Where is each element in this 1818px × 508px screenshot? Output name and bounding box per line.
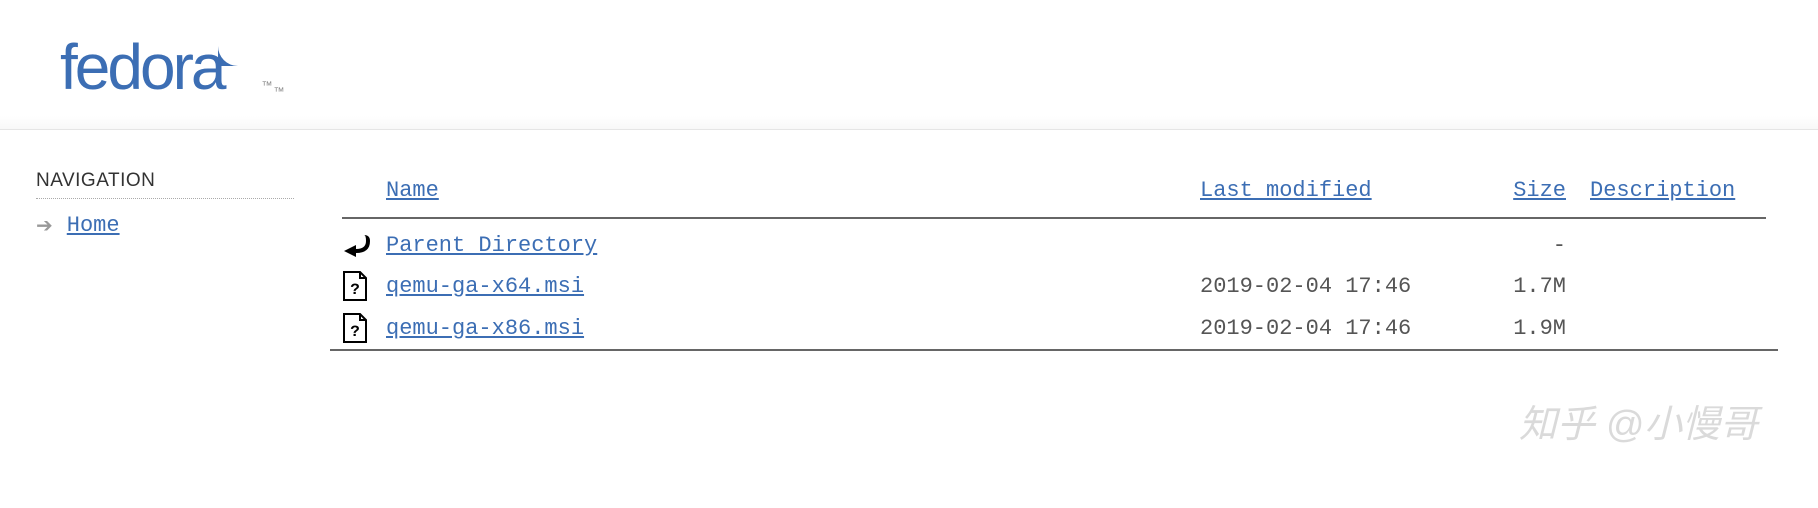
sort-modified-link[interactable]: Last modified <box>1200 178 1372 203</box>
file-modified: 2019-02-04 17:46 <box>1188 265 1468 307</box>
sidebar: NAVIGATION ➔ Home <box>0 170 330 351</box>
navigation-heading: NAVIGATION <box>36 170 294 199</box>
content-wrapper: NAVIGATION ➔ Home Name Last modified Siz… <box>0 130 1818 351</box>
file-size: 1.7M <box>1468 265 1578 307</box>
file-description <box>1578 265 1778 307</box>
page-header: fedora ™ ™ <box>0 0 1818 130</box>
home-link[interactable]: Home <box>67 213 120 238</box>
file-size: 1.9M <box>1468 307 1578 349</box>
back-arrow-icon <box>342 231 370 259</box>
trademark-symbol-lower: ™ <box>273 86 284 98</box>
fedora-bubble-icon <box>217 25 259 72</box>
unknown-file-icon: ? <box>342 313 370 343</box>
sort-name-link[interactable]: Name <box>386 178 439 203</box>
sort-description-link[interactable]: Description <box>1590 178 1735 203</box>
sort-size-link[interactable]: Size <box>1513 178 1566 203</box>
watermark-text: 知乎 @小慢哥 <box>1519 393 1758 448</box>
file-row: ? qemu-ga-x64.msi 2019-02-04 17:46 1.7M <box>330 265 1778 307</box>
file-link[interactable]: qemu-ga-x64.msi <box>386 274 584 299</box>
main-content: Name Last modified Size Description Pare… <box>330 170 1818 351</box>
directory-listing: Name Last modified Size Description Pare… <box>330 170 1778 351</box>
svg-text:?: ? <box>350 281 360 299</box>
fedora-logo: fedora ™ ™ <box>60 30 1758 104</box>
logo-text: fedora <box>60 30 223 104</box>
file-modified: 2019-02-04 17:46 <box>1188 307 1468 349</box>
file-description <box>1578 307 1778 349</box>
svg-text:?: ? <box>350 323 360 341</box>
parent-directory-row: Parent Directory - <box>330 225 1778 265</box>
header-row: Name Last modified Size Description <box>330 170 1778 211</box>
trademark-symbol: ™ <box>261 80 272 92</box>
file-link[interactable]: qemu-ga-x86.msi <box>386 316 584 341</box>
file-row: ? qemu-ga-x86.msi 2019-02-04 17:46 1.9M <box>330 307 1778 349</box>
nav-home-item: ➔ Home <box>36 213 294 238</box>
parent-directory-link[interactable]: Parent Directory <box>386 233 597 258</box>
parent-size: - <box>1468 225 1578 265</box>
arrow-right-icon: ➔ <box>36 213 53 238</box>
unknown-file-icon: ? <box>342 271 370 301</box>
